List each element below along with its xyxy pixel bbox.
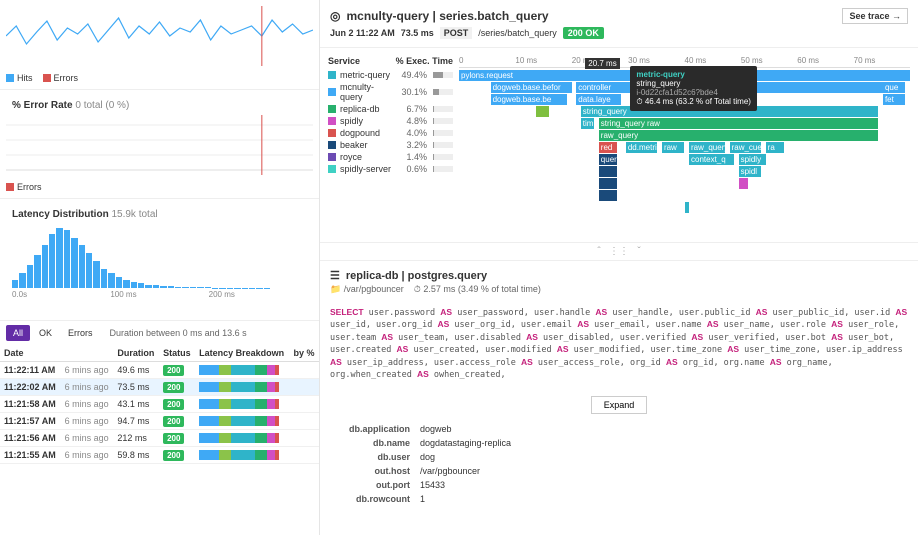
duration-filter-text: Duration between 0 ms and 13.6 s <box>110 328 247 338</box>
filter-ok[interactable]: OK <box>32 325 59 341</box>
legend-errors: Errors <box>43 73 79 83</box>
span-raw-query2[interactable]: raw_query <box>689 142 725 153</box>
span-tim[interactable]: tim <box>581 118 595 129</box>
status-pill: 200 OK <box>563 27 604 39</box>
filter-all[interactable]: All <box>6 325 30 341</box>
span-spidl[interactable]: spidl <box>739 166 762 177</box>
trace-row[interactable]: 11:21:58 AM6 mins ago43.1 ms200 <box>0 396 319 413</box>
trace-duration: 73.5 ms <box>401 28 434 38</box>
expand-button[interactable]: Expand <box>591 396 648 414</box>
folder-icon: 📁 <box>330 284 341 294</box>
span-green1[interactable] <box>536 106 550 117</box>
err-rate-title: % Error Rate 0 total (0 %) <box>6 96 313 115</box>
detail-time: ⏱ 2.57 ms (3.49 % of total time) <box>414 284 541 294</box>
err-rate-chart <box>6 115 313 175</box>
span-ra[interactable]: ra <box>766 142 784 153</box>
span-b2[interactable] <box>599 178 617 189</box>
span-dd-metric[interactable]: dd.metri <box>626 142 658 153</box>
svc-row[interactable]: dogpound4.0% <box>328 127 453 139</box>
svc-row[interactable]: mcnulty-query30.1% <box>328 81 453 103</box>
meta-table: db.applicationdogwebdb.namedogdatastagin… <box>330 422 908 506</box>
flame-graph[interactable]: 20.7 ms pylons.request dogweb.base.befor… <box>459 70 910 230</box>
span-raw-cue[interactable]: raw_cue <box>730 142 762 153</box>
span-b3[interactable] <box>599 190 617 201</box>
legend-hits: Hits <box>6 73 33 83</box>
trace-date: Jun 2 11:22 AM <box>330 28 395 38</box>
hits-chart <box>6 6 313 66</box>
span-red[interactable]: red <box>599 142 617 153</box>
see-trace-button[interactable]: See trace → <box>842 8 908 24</box>
span-dogweb2[interactable]: dogweb.base.be <box>491 94 568 105</box>
detail-path: /var/pgbouncer <box>344 284 404 294</box>
col-duration[interactable]: Duration <box>113 345 159 362</box>
span-string-query-raw[interactable]: string_query raw <box>599 118 879 129</box>
detail-title: replica-db | postgres.query <box>346 270 487 282</box>
legend-errors-2: Errors <box>6 182 42 192</box>
db-icon: ☰ <box>330 269 340 282</box>
filter-errors[interactable]: Errors <box>61 325 100 341</box>
span-que[interactable]: que <box>883 82 906 93</box>
trace-row[interactable]: 11:21:56 AM6 mins ago212 ms200 <box>0 430 319 447</box>
span-p1[interactable] <box>739 178 748 189</box>
svc-row[interactable]: spidly-server0.6% <box>328 163 453 175</box>
span-dogweb1[interactable]: dogweb.base.befor <box>491 82 572 93</box>
http-method: POST <box>440 27 473 39</box>
col-date[interactable]: Date <box>0 345 61 362</box>
span-tooltip: metric-query string_query i-0d22cfa1d52c… <box>630 66 757 111</box>
span-b1[interactable] <box>599 166 617 177</box>
svc-row[interactable]: replica-db6.7% <box>328 103 453 115</box>
span-quer[interactable]: quer <box>599 154 617 165</box>
trace-row[interactable]: 11:21:57 AM6 mins ago94.7 ms200 <box>0 413 319 430</box>
trace-list-table: Date Duration Status Latency Breakdown b… <box>0 345 319 464</box>
trace-path: /series/batch_query <box>478 28 557 38</box>
trace-row[interactable]: 11:22:11 AM6 mins ago49.6 ms200 <box>0 362 319 379</box>
span-spidly[interactable]: spidly <box>739 154 766 165</box>
latency-histogram <box>12 228 307 288</box>
svc-row[interactable]: royce1.4% <box>328 151 453 163</box>
span-fet[interactable]: fet <box>883 94 906 105</box>
svc-row[interactable]: spidly4.8% <box>328 115 453 127</box>
col-status[interactable]: Status <box>159 345 195 362</box>
span-raw[interactable]: raw <box>662 142 685 153</box>
time-marker: 20.7 ms <box>585 58 619 69</box>
span-datalayer[interactable]: data.laye <box>576 94 621 105</box>
span-context-q[interactable]: context_q <box>689 154 734 165</box>
trace-row[interactable]: 11:21:55 AM6 mins ago59.8 ms200 <box>0 447 319 464</box>
span-raw-query[interactable]: raw_query <box>599 130 879 141</box>
detail-nav[interactable]: ˆ ⋮⋮ ˇ <box>320 243 918 261</box>
sql-text: SELECT user.password AS user_password, u… <box>330 301 908 388</box>
trace-title: mcnulty-query | series.batch_query <box>346 9 548 23</box>
flame-icon: ◎ <box>330 9 340 23</box>
col-bypct[interactable]: by % <box>290 345 319 362</box>
span-t1[interactable] <box>685 202 690 213</box>
svc-col-service[interactable]: Service <box>328 56 360 66</box>
svc-row[interactable]: metric-query49.4% <box>328 69 453 81</box>
svc-row[interactable]: beaker3.2% <box>328 139 453 151</box>
col-breakdown[interactable]: Latency Breakdown <box>195 345 289 362</box>
lat-dist-title: Latency Distribution 15.9k total <box>6 205 313 224</box>
svc-col-pct[interactable]: % Exec. Time <box>396 56 453 66</box>
trace-row[interactable]: 11:22:02 AM6 mins ago73.5 ms200 <box>0 379 319 396</box>
